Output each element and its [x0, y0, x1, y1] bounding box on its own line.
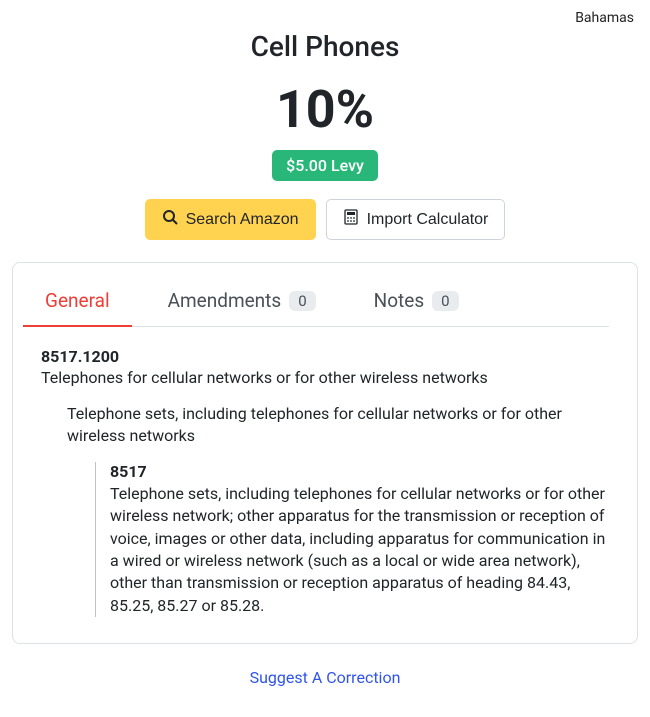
hs-code: 8517.1200	[41, 347, 609, 366]
page-title: Cell Phones	[12, 30, 638, 63]
category-level-2: 8517 Telephone sets, including telephone…	[95, 462, 609, 617]
country-label: Bahamas	[575, 10, 634, 26]
category-level-1: Telephone sets, including telephones for…	[67, 403, 609, 448]
hs-code-description: Telephones for cellular networks or for …	[41, 368, 609, 387]
tab-notes-count: 0	[432, 291, 458, 311]
tab-amendments-label: Amendments	[168, 289, 282, 312]
search-amazon-label: Search Amazon	[186, 211, 299, 229]
calculator-icon	[343, 209, 359, 230]
suggest-correction-link[interactable]: Suggest A Correction	[12, 668, 638, 687]
tab-notes-label: Notes	[374, 289, 425, 312]
hs-chapter-code: 8517	[110, 462, 609, 481]
tariff-percentage: 10%	[12, 79, 638, 140]
tab-notes[interactable]: Notes 0	[370, 281, 463, 326]
tab-content: 8517.1200 Telephones for cellular networ…	[13, 327, 637, 643]
search-icon	[162, 209, 178, 230]
tabs: General Amendments 0 Notes 0	[41, 281, 609, 327]
hs-chapter-description: Telephone sets, including telephones for…	[110, 483, 609, 617]
tab-amendments-count: 0	[289, 291, 315, 311]
search-amazon-button[interactable]: Search Amazon	[145, 199, 316, 240]
action-buttons: Search Amazon Import Calculator	[12, 199, 638, 240]
tab-general-label: General	[45, 289, 110, 312]
tab-general[interactable]: General	[41, 281, 114, 326]
import-calculator-label: Import Calculator	[367, 211, 489, 229]
levy-badge: $5.00 Levy	[272, 150, 378, 181]
import-calculator-button[interactable]: Import Calculator	[326, 199, 506, 240]
tab-amendments[interactable]: Amendments 0	[164, 281, 320, 326]
detail-card: General Amendments 0 Notes 0 8517.1200 T…	[12, 262, 638, 644]
